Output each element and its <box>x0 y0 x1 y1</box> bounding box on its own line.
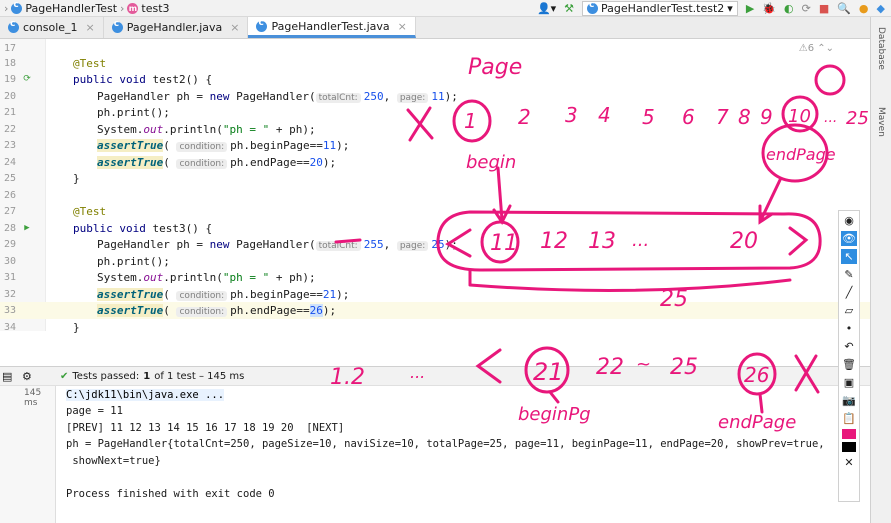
stop-icon[interactable]: ■ <box>819 3 829 14</box>
test-status: ✔ Tests passed: 1 of 1 test – 145 ms <box>60 370 245 382</box>
run-panel-header: ▤ ⚙ ✔ Tests passed: 1 of 1 test – 145 ms <box>0 366 870 386</box>
tab-label: PageHandlerTest.java <box>271 19 390 33</box>
chevron-down-icon: ▾ <box>727 2 733 15</box>
undo-icon[interactable]: ↶ <box>841 339 857 354</box>
code-line: 32 assertTrue( condition: ph.beginPage==2… <box>3 287 350 301</box>
code-line: 22 System.out.println("ph = " + ph); <box>3 122 316 136</box>
code-line: 34 } <box>3 320 80 334</box>
tab-console[interactable]: console_1 × <box>0 17 104 38</box>
camera-icon[interactable]: 📷 <box>841 393 857 408</box>
right-tool-strip: Database Maven <box>870 17 891 523</box>
debug-icon[interactable]: 🐞 <box>762 3 776 14</box>
class-icon <box>256 18 268 32</box>
search-icon[interactable]: 🔍 <box>837 3 851 14</box>
code-line: 19 ⟳ public void test2() { <box>3 72 213 86</box>
logo-icon: ◉ <box>844 214 854 227</box>
clipboard-icon[interactable]: 📋 <box>841 411 857 426</box>
method-icon: m <box>127 2 139 14</box>
tab-pagehandlertest[interactable]: PageHandlerTest.java × <box>248 17 416 38</box>
code-line: 20 PageHandler ph = new PageHandler(tota… <box>3 89 458 103</box>
code-editor[interactable]: ⚠6 ⌃⌄ 17 18 @Test 19 ⟳ public void test2… <box>0 39 870 334</box>
console-output[interactable]: C:\jdk11\bin\java.exe ... page = 11 [PRE… <box>66 386 866 523</box>
run-test-icon[interactable]: ⟳ <box>20 74 34 84</box>
pen-toolbar: ◉ 👁 ↖ ✎ ╱ ▱ • ↶ 🗑 ▣ 📷 📋 ✕ <box>838 210 860 502</box>
pen-icon[interactable]: ╱ <box>841 285 857 300</box>
run-icon[interactable]: ▶ <box>746 3 754 14</box>
eye-icon[interactable]: 👁 <box>841 231 857 246</box>
logo-icon: ◆ <box>876 2 885 15</box>
class-icon <box>11 0 23 14</box>
update-icon[interactable]: ● <box>859 3 869 14</box>
code-line: 24 assertTrue( condition: ph.endPage==20)… <box>3 155 337 169</box>
editor-tabs: console_1 × PageHandler.java × PageHandl… <box>0 17 870 39</box>
tab-pagehandler[interactable]: PageHandler.java × <box>104 17 249 38</box>
code-line: 18 @Test <box>3 56 107 70</box>
eraser-icon[interactable]: ▱ <box>841 303 857 318</box>
code-line: 31 System.out.println("ph = " + ph); <box>3 270 316 284</box>
test-tree[interactable]: 145 ms <box>0 386 56 523</box>
top-toolbar: › PageHandlerTest › m test3 👤▾ ⚒ PageHan… <box>0 0 891 17</box>
run-test-icon[interactable]: ▶ <box>20 223 34 233</box>
pointer-icon[interactable]: ↖ <box>841 249 857 264</box>
code-line: 23 assertTrue( condition: ph.beginPage==1… <box>3 138 350 152</box>
code-line: 21 ph.print(); <box>3 105 170 119</box>
tab-label: PageHandler.java <box>126 21 223 34</box>
tab-label: console_1 <box>23 21 78 34</box>
dot-icon[interactable]: • <box>841 321 857 336</box>
settings-icon[interactable]: ⚙ <box>22 371 32 382</box>
check-icon: ✔ <box>60 370 69 382</box>
code-line: 26 <box>3 189 16 201</box>
run-config-label: PageHandlerTest.test2 <box>601 2 725 15</box>
code-line: 25 } <box>3 171 80 185</box>
hammer-icon[interactable]: ⚒ <box>564 3 574 14</box>
close-icon[interactable]: × <box>398 20 407 33</box>
toolbar-actions: 👤▾ ⚒ PageHandlerTest.test2 ▾ ▶ 🐞 ◐ ⟳ ■ 🔍… <box>537 0 885 17</box>
color-swatch-pink[interactable] <box>842 429 856 439</box>
code-line: 29 PageHandler ph = new PageHandler(tota… <box>3 237 458 251</box>
breadcrumb-method[interactable]: test3 <box>141 2 169 15</box>
coverage-icon[interactable]: ◐ <box>784 3 794 14</box>
breadcrumb: › PageHandlerTest › m test3 <box>0 0 174 15</box>
chevron-right-icon: › <box>4 1 9 15</box>
run-config-select[interactable]: PageHandlerTest.test2 ▾ <box>582 0 738 16</box>
chevron-right-icon: › <box>120 1 125 15</box>
database-panel-tab[interactable]: Database <box>876 27 886 70</box>
screen-icon[interactable]: ▣ <box>841 375 857 390</box>
code-line: 30 ph.print(); <box>3 254 170 268</box>
filter-icon[interactable]: ▤ <box>2 371 12 382</box>
code-line: 27 @Test <box>3 204 107 218</box>
color-swatch-black[interactable] <box>842 442 856 452</box>
close-icon[interactable]: ✕ <box>841 455 857 470</box>
class-icon <box>111 19 123 33</box>
profile-icon[interactable]: ⟳ <box>802 3 811 14</box>
maven-panel-tab[interactable]: Maven <box>876 107 886 137</box>
trash-icon[interactable]: 🗑 <box>841 357 857 372</box>
code-line: 33 assertTrue( condition: ph.endPage==26)… <box>0 302 870 319</box>
test-class-icon <box>587 0 599 14</box>
code-line: 28 ▶ public void test3() { <box>3 221 213 235</box>
user-icon[interactable]: 👤▾ <box>537 3 556 14</box>
close-icon[interactable]: × <box>86 21 95 34</box>
console-icon <box>8 19 19 33</box>
highlighter-icon[interactable]: ✎ <box>841 267 857 282</box>
close-icon[interactable]: × <box>230 21 239 34</box>
breadcrumb-class[interactable]: PageHandlerTest <box>25 2 117 15</box>
